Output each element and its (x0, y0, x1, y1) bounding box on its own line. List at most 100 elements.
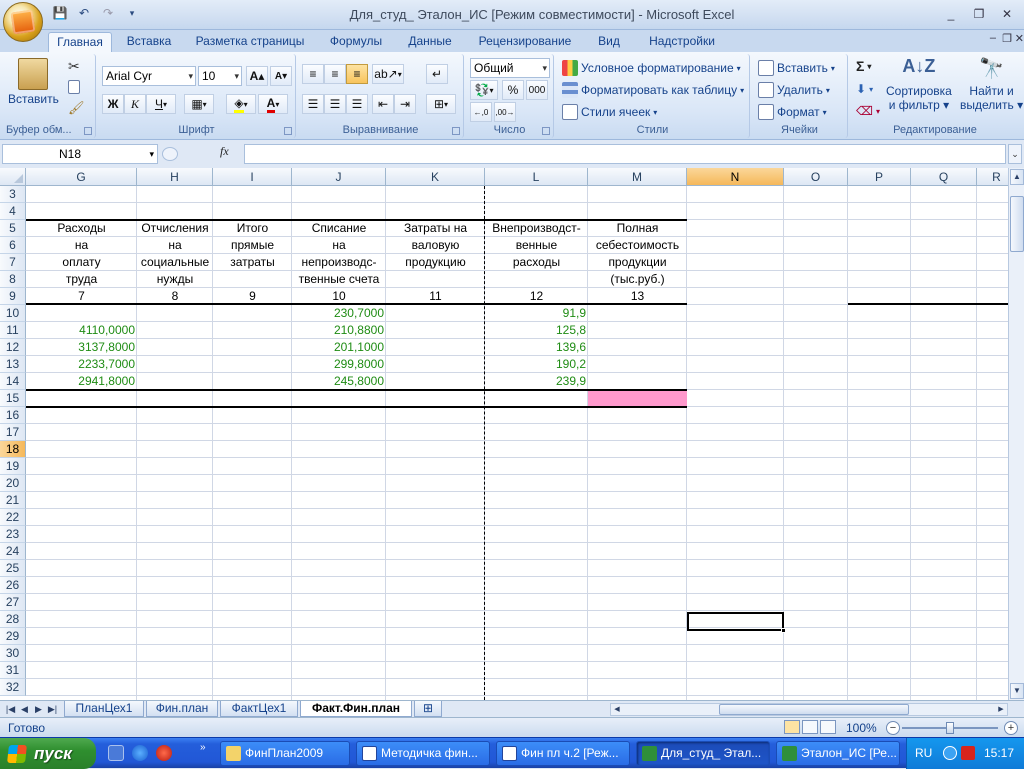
orientation-icon[interactable]: ab↗ ▾ (372, 64, 404, 84)
horizontal-scrollbar[interactable]: ◀ ▶ (610, 703, 1008, 716)
header-cell-G[interactable]: труда (26, 271, 137, 288)
dialog-launcher-icon[interactable] (284, 127, 292, 135)
align-center-icon[interactable]: ☰ (324, 94, 346, 114)
conditional-formatting-button[interactable]: Условное форматирование ▾ (562, 60, 741, 76)
taskbar-item[interactable]: Эталон_ИС [Ре... (776, 741, 900, 766)
find-select-button[interactable]: 🔭 Найти и выделить ▾ (960, 56, 1023, 112)
row-header-4[interactable]: 4 (0, 203, 26, 220)
horizontal-scroll-thumb[interactable] (719, 704, 909, 715)
vertical-scroll-thumb[interactable] (1010, 196, 1024, 252)
header-cell-G[interactable]: оплату (26, 254, 137, 271)
header-cell-H[interactable]: Отчисления (137, 220, 213, 237)
percent-button[interactable]: % (502, 80, 524, 100)
column-header-K[interactable]: K (386, 168, 485, 186)
row-header-27[interactable]: 27 (0, 594, 26, 611)
column-header-M[interactable]: M (588, 168, 687, 186)
row-header-31[interactable]: 31 (0, 662, 26, 679)
header-cell-L[interactable]: Внепроизводст- (485, 220, 588, 237)
column-header-L[interactable]: L (485, 168, 588, 186)
tray-arrow-icon[interactable] (943, 746, 957, 760)
value-cell-L[interactable]: 91,9 (485, 305, 588, 322)
value-cell-L[interactable]: 125,8 (485, 322, 588, 339)
start-button[interactable]: пуск (0, 738, 96, 769)
vertical-scrollbar[interactable]: ▲ ▼ (1008, 168, 1024, 700)
zoom-out-icon[interactable]: − (886, 721, 900, 735)
decrease-indent-icon[interactable]: ⇤ (372, 94, 394, 114)
header-cell-M[interactable]: продукции (588, 254, 687, 271)
sheet-tab[interactable]: ФактЦех1 (220, 701, 298, 717)
fill-icon[interactable]: ⬇ ▾ (856, 82, 873, 96)
column-header-G[interactable]: G (26, 168, 137, 186)
header-cell-K[interactable]: Затраты на (386, 220, 485, 237)
format-painter-icon[interactable]: 🖌 (68, 100, 85, 116)
value-cell-J[interactable]: 230,7000 (292, 305, 386, 322)
dialog-launcher-icon[interactable] (452, 127, 460, 135)
underline-button[interactable]: Ч ▾ (146, 94, 176, 114)
row-header-8[interactable]: 8 (0, 271, 26, 288)
increase-decimal-icon[interactable]: ←,0 (470, 102, 492, 122)
column-header-H[interactable]: H (137, 168, 213, 186)
value-cell-L[interactable]: 139,6 (485, 339, 588, 356)
row-header-12[interactable]: 12 (0, 339, 26, 356)
close-button[interactable]: ✕ (994, 5, 1020, 22)
scroll-up-icon[interactable]: ▲ (1010, 169, 1024, 185)
page-break-view-icon[interactable] (820, 720, 836, 734)
value-cell-G[interactable]: 4110,0000 (26, 322, 137, 339)
fill-color-icon[interactable]: ◈ ▾ (226, 94, 256, 114)
cut-icon[interactable]: ✂ (68, 58, 80, 75)
row-header-28[interactable]: 28 (0, 611, 26, 628)
wrap-text-icon[interactable]: ↵ (426, 64, 448, 84)
row-header-19[interactable]: 19 (0, 458, 26, 475)
ribbon-restore-icon[interactable]: ❐ (1002, 32, 1012, 45)
column-header-R[interactable]: R (977, 168, 1008, 186)
insert-function-icon[interactable]: fx (220, 144, 229, 159)
number-format-select[interactable]: Общий (470, 58, 550, 78)
expand-formula-bar-icon[interactable]: ⌄ (1008, 144, 1022, 164)
decrease-decimal-icon[interactable]: ,00→ (494, 102, 516, 122)
row-header-13[interactable]: 13 (0, 356, 26, 373)
borders-icon[interactable]: ▦ ▾ (184, 94, 214, 114)
worksheet-grid[interactable]: GHIJKLMNOPQR 3 4 5 6 7 8 9 10 11 12 13 14 15 16 17 18 19… (0, 168, 1008, 700)
value-cell-J[interactable]: 245,8000 (292, 373, 386, 390)
taskbar-item[interactable]: Фин пл ч.2 [Реж... (496, 741, 630, 766)
align-right-icon[interactable]: ☰ (346, 94, 368, 114)
row-header-24[interactable]: 24 (0, 543, 26, 560)
zoom-level[interactable]: 100% (846, 721, 877, 735)
row-header-10[interactable]: 10 (0, 305, 26, 322)
taskbar-item[interactable]: ФинПлан2009 (220, 741, 350, 766)
align-middle-icon[interactable]: ≡ (324, 64, 346, 84)
header-cell-L[interactable]: венные (485, 237, 588, 254)
row-header-32[interactable]: 32 (0, 679, 26, 696)
tab-formulas[interactable]: Формулы (322, 32, 390, 52)
value-cell-L[interactable]: 239,9 (485, 373, 588, 390)
align-left-icon[interactable]: ☰ (302, 94, 324, 114)
column-header-O[interactable]: O (784, 168, 848, 186)
first-sheet-icon[interactable]: |◀ (4, 702, 17, 716)
tab-page-layout[interactable]: Разметка страницы (190, 32, 310, 52)
value-cell-L[interactable]: 190,2 (485, 356, 588, 373)
row-header-20[interactable]: 20 (0, 475, 26, 492)
row-header-3[interactable]: 3 (0, 186, 26, 203)
tab-data[interactable]: Данные (400, 32, 460, 52)
scroll-right-icon[interactable]: ▶ (995, 704, 1007, 715)
sheet-tab[interactable]: Фин.план (146, 701, 218, 717)
row-header-15[interactable]: 15 (0, 390, 26, 407)
sheet-tab[interactable]: ПланЦех1 (64, 701, 144, 717)
show-desktop-icon[interactable] (108, 745, 124, 761)
page-layout-view-icon[interactable] (802, 720, 818, 734)
font-size-select[interactable]: 10 (198, 66, 242, 86)
paste-button[interactable]: Вставить (8, 58, 59, 106)
header-cell-H[interactable]: на (137, 237, 213, 254)
cell-M15-highlight[interactable] (588, 390, 687, 407)
normal-view-icon[interactable] (784, 720, 800, 734)
header-cell-H[interactable]: нужды (137, 271, 213, 288)
italic-button[interactable]: К (124, 94, 146, 114)
header-cell-G[interactable]: Расходы (26, 220, 137, 237)
more-quicklaunch-icon[interactable]: » (200, 742, 206, 753)
tab-review[interactable]: Рецензирование (470, 32, 580, 52)
opera-icon[interactable] (156, 745, 172, 761)
increase-indent-icon[interactable]: ⇥ (394, 94, 416, 114)
sheet-tab-active[interactable]: Факт.Фин.план (300, 701, 412, 717)
delete-cells-button[interactable]: Удалить ▾ (758, 82, 830, 98)
tab-home[interactable]: Главная (48, 32, 112, 52)
